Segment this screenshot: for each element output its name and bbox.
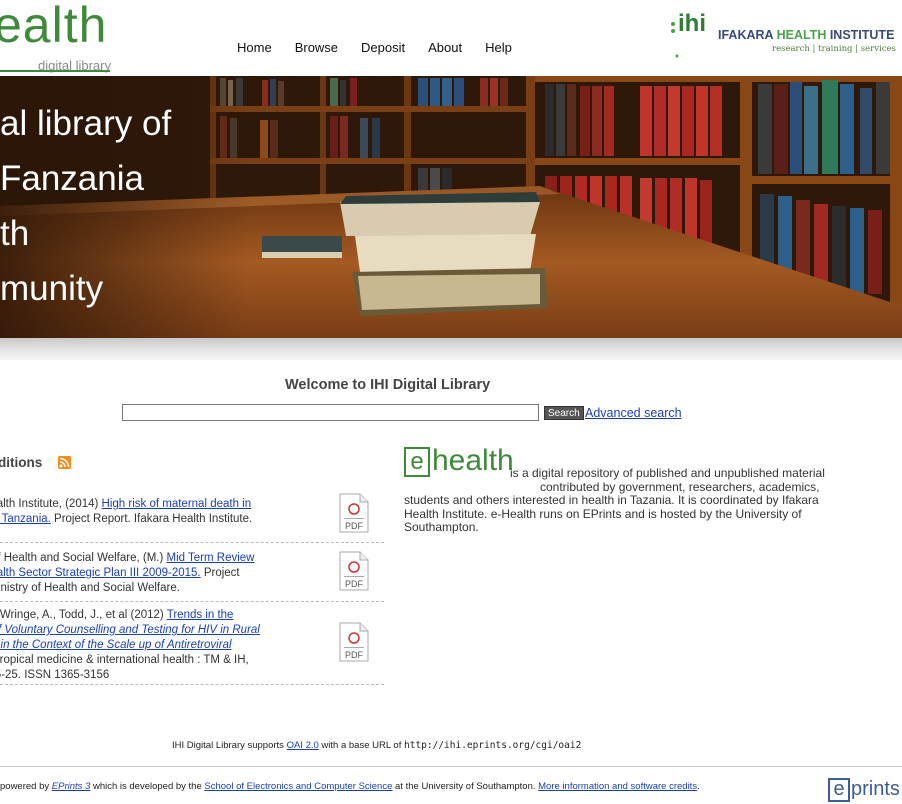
ihi-name-b: HEALTH xyxy=(776,28,830,42)
hero-banner: al library of Fanzania th munity xyxy=(0,76,902,338)
ihi-name: IFAKARA HEALTH INSTITUTE xyxy=(718,28,894,42)
nav-about[interactable]: About xyxy=(428,40,462,55)
item-divider xyxy=(0,684,384,685)
item-citation: y of Health and Social Welfare, (M.) xyxy=(0,552,167,564)
item-title-link[interactable]: nia in the Context of the Scale up of An… xyxy=(0,639,232,651)
eprints-link[interactable]: EPrints 3 xyxy=(52,781,91,792)
ihi-name-a: IFAKARA xyxy=(718,28,777,42)
pdf-icon[interactable]: PDF xyxy=(338,622,370,662)
item-title-link[interactable]: Health Sector Strategic Plan III 2009-20… xyxy=(0,567,201,579)
item-divider xyxy=(0,601,384,602)
item-title-link[interactable]: High risk of maternal death in xyxy=(102,498,252,510)
ifakara-health-institute-logo[interactable]: ihi IFAKARA HEALTH INSTITUTE research | … xyxy=(670,10,902,60)
pdf-icon[interactable]: PDF xyxy=(338,493,370,533)
list-item: Health Institute, (2014) High risk of ma… xyxy=(0,493,385,537)
powered-middle2: at the University of Southampton. xyxy=(392,781,539,792)
eprints-logo-word: prints xyxy=(851,778,900,800)
logo-underline xyxy=(0,70,110,72)
item-source: Tropical medicine & international health… xyxy=(0,654,249,666)
list-item: R., Wringe, A., Todd, J., et al (2012) T… xyxy=(0,608,385,683)
ehealth-logo-box: e xyxy=(404,447,430,477)
item-citation: Health Institute, (2014) xyxy=(0,498,99,510)
item-title-link[interactable]: Trends in the xyxy=(167,609,234,621)
item-text: y of Health and Social Welfare, (M.) Mid… xyxy=(0,551,322,596)
svg-text:PDF: PDF xyxy=(345,521,364,531)
school-link[interactable]: School of Electronics and Computer Scien… xyxy=(204,781,392,792)
page-title: Welcome to IHI Digital Library xyxy=(285,377,491,393)
credits-link[interactable]: More information and software credits xyxy=(538,781,697,792)
oai-link[interactable]: OAI 2.0 xyxy=(287,740,319,751)
ehealth-description-line1: is a digital repository of published and… xyxy=(510,466,825,480)
item-source: Project Report. Ifakara Health Institute… xyxy=(50,513,253,525)
footer-credits: powered by EPrints 3 which is developed … xyxy=(0,781,700,792)
banner-line-2: Fanzania xyxy=(0,159,144,198)
item-publisher: . Ministry of Health and Social Welfare. xyxy=(0,582,180,594)
banner-line-1: al library of xyxy=(0,104,172,143)
nav-help[interactable]: Help xyxy=(485,40,512,55)
item-title-link[interactable]: e of Voluntary Counselling and Testing f… xyxy=(0,624,260,636)
pdf-icon[interactable]: PDF xyxy=(338,551,370,591)
list-item: y of Health and Social Welfare, (M.) Mid… xyxy=(0,551,385,596)
item-title-link[interactable]: Mid Term Review xyxy=(167,552,255,564)
item-source: Project xyxy=(200,567,240,579)
svg-text:PDF: PDF xyxy=(345,650,364,660)
nav-home[interactable]: Home xyxy=(237,40,272,55)
powered-end: . xyxy=(697,781,700,792)
item-text: Health Institute, (2014) High risk of ma… xyxy=(0,497,322,527)
oai-note: IHI Digital Library supports OAI 2.0 wit… xyxy=(172,740,581,751)
item-citation: R., Wringe, A., Todd, J., et al (2012) xyxy=(0,609,167,621)
nav-browse[interactable]: Browse xyxy=(295,40,338,55)
ehealth-description-line2: contributed by government, researchers, … xyxy=(540,480,820,494)
advanced-search-link[interactable]: Advanced search xyxy=(585,406,682,420)
oai-prefix: IHI Digital Library supports xyxy=(172,740,287,751)
svg-text:PDF: PDF xyxy=(345,579,364,589)
ihi-mark: ihi xyxy=(678,10,706,37)
ihi-name-c: INSTITUTE xyxy=(829,28,895,42)
oai-url: http://ihi.eprints.org/cgi/oai2 xyxy=(404,740,582,751)
search-button[interactable]: Search xyxy=(544,406,584,420)
item-issn: e15-25. ISSN 1365-3156 xyxy=(0,669,110,681)
ehealth-logo[interactable]: ealth xyxy=(0,0,107,54)
latest-additions-heading: ditions xyxy=(0,455,43,470)
eprints-logo-box: e xyxy=(828,778,850,802)
ehealth-description-rest: students and others interested in health… xyxy=(404,493,819,534)
powered-middle: which is developed by the xyxy=(90,781,205,792)
search-input[interactable] xyxy=(122,404,539,421)
banner-text: al library of Fanzania th munity xyxy=(0,96,171,316)
ihi-tagline: research | training | services xyxy=(772,44,896,54)
banner-line-4: munity xyxy=(0,269,104,308)
main-nav: Home Browse Deposit About Help xyxy=(237,40,535,55)
rss-icon[interactable] xyxy=(58,456,71,469)
banner-line-3: th xyxy=(0,214,30,253)
item-title-link[interactable]: ern Tanzania. xyxy=(0,513,51,525)
site-header: ealth digital library Home Browse Deposi… xyxy=(0,0,902,76)
banner-divider xyxy=(0,338,902,360)
nav-deposit[interactable]: Deposit xyxy=(361,40,405,55)
item-divider xyxy=(0,542,384,543)
footer-divider xyxy=(0,766,902,767)
ehealth-logo-word: health xyxy=(432,444,514,477)
oai-middle: with a base URL of xyxy=(318,740,404,751)
powered-prefix: powered by xyxy=(0,781,52,792)
item-text: R., Wringe, A., Todd, J., et al (2012) T… xyxy=(0,608,322,683)
